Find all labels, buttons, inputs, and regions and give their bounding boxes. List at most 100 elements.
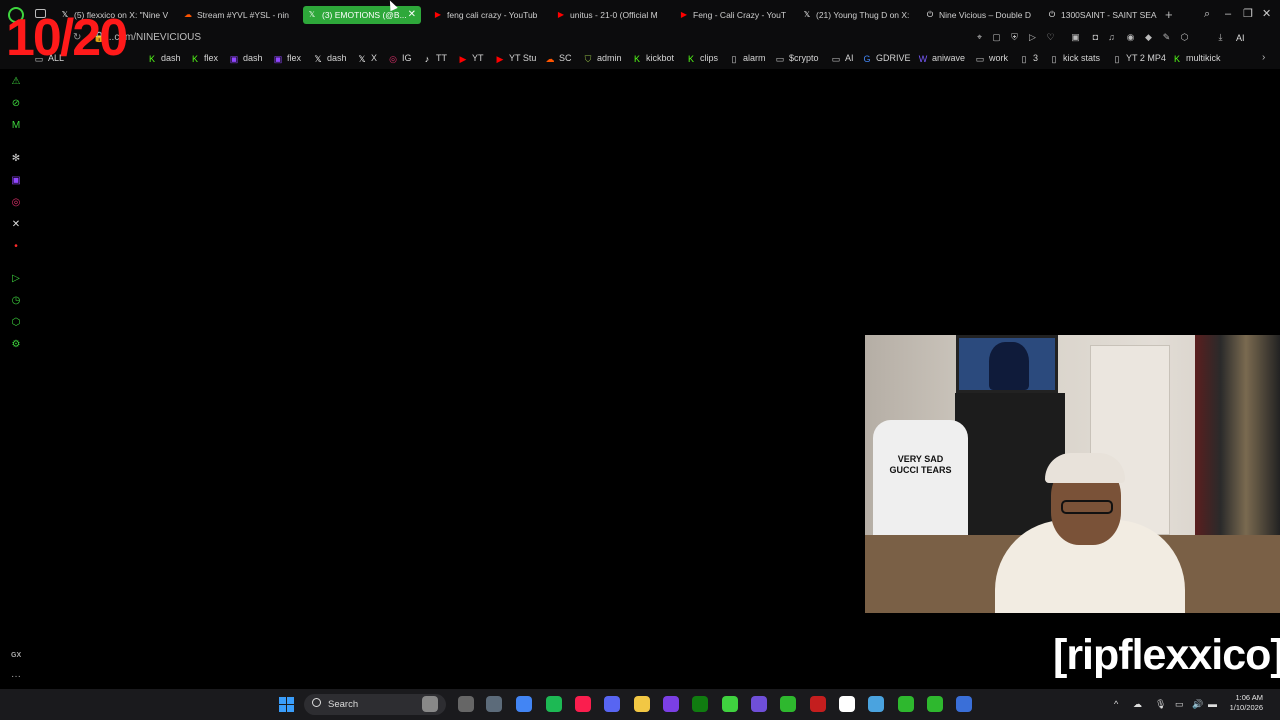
- tab-close-icon[interactable]: ✕: [408, 6, 416, 24]
- battery-icon[interactable]: ▬: [1208, 698, 1217, 710]
- vpn-icon[interactable]: ◉: [1125, 32, 1136, 43]
- bookmark-13[interactable]: Kkickbot: [632, 52, 674, 65]
- bookmark-2[interactable]: Kflex: [190, 52, 218, 65]
- bookmark-16[interactable]: ▭ $crypto: [775, 52, 819, 65]
- youtube-icon[interactable]: •: [10, 241, 22, 253]
- maximize-icon[interactable]: ❐: [1243, 7, 1253, 21]
- bookmark-20[interactable]: ▭ work: [975, 52, 1008, 65]
- bookmark-19[interactable]: Waniwave: [918, 52, 965, 65]
- bookmark-label: TT: [436, 53, 447, 63]
- bookmark-18[interactable]: G GDRIVE: [862, 52, 910, 65]
- aniwave-icon: W: [918, 54, 928, 64]
- x-icon: 𝕏: [358, 54, 366, 64]
- purple-app-icon[interactable]: [663, 696, 679, 712]
- pin-icon[interactable]: ⌖: [974, 32, 985, 43]
- discord-icon[interactable]: [604, 696, 620, 712]
- ai-button[interactable]: AI: [1236, 31, 1245, 45]
- instagram-icon[interactable]: ◎: [10, 197, 22, 209]
- tab-6[interactable]: 𝕏 (21) Young Thug D on X:: [802, 6, 912, 24]
- gx-corner-label[interactable]: GX: [11, 652, 21, 659]
- steam-icon[interactable]: [486, 696, 502, 712]
- tab-8[interactable]: ⏻ 1300SAINT - SAINT SEA: [1047, 6, 1157, 24]
- gx-cleaner-icon[interactable]: ⊘: [10, 98, 22, 110]
- chatgpt-icon[interactable]: ✻: [10, 153, 22, 165]
- bookmark-6[interactable]: 𝕏X: [357, 52, 377, 65]
- bookmark-24[interactable]: Kmultikick: [1172, 52, 1221, 65]
- bookmark-1[interactable]: Kdash: [147, 52, 181, 65]
- green-app-icon-4[interactable]: [927, 696, 943, 712]
- red-app-icon[interactable]: [810, 696, 826, 712]
- heart-icon[interactable]: ♡: [1045, 32, 1056, 43]
- close-window-icon[interactable]: ✕: [1262, 7, 1271, 21]
- player-icon[interactable]: ▷: [10, 273, 22, 285]
- gmail-icon[interactable]: M: [10, 120, 22, 132]
- file-explorer-icon[interactable]: [422, 696, 438, 712]
- new-tab-plus-icon[interactable]: +: [1165, 6, 1173, 24]
- bookmark-7[interactable]: ◎ IG: [388, 52, 411, 65]
- badge-icon[interactable]: ◘: [1090, 32, 1101, 43]
- volume-icon[interactable]: 🔊: [1192, 698, 1203, 710]
- search-icon[interactable]: ⌕: [1204, 7, 1210, 21]
- bookmark-label: kickbot: [646, 53, 675, 63]
- bookmark-22[interactable]: ▯ kick stats: [1049, 52, 1101, 65]
- notes-icon[interactable]: [458, 696, 474, 712]
- tab-5[interactable]: ▶ Feng - Cali Crazy - YouT: [679, 6, 789, 24]
- bookmarks-more-chevron-icon[interactable]: ›: [1262, 52, 1265, 63]
- bookmark-21[interactable]: ▯ 3: [1019, 52, 1039, 65]
- snapshot-icon[interactable]: ▢: [991, 32, 1002, 43]
- play-icon[interactable]: ▷: [1027, 32, 1038, 43]
- chrome-icon[interactable]: [516, 696, 532, 712]
- history-icon[interactable]: ◷: [10, 295, 22, 307]
- opera-gx-icon[interactable]: [575, 696, 591, 712]
- calculator-icon[interactable]: [956, 696, 972, 712]
- bookmark-15[interactable]: ▯ alarm: [729, 52, 766, 65]
- microphone-icon[interactable]: 🎙: [1155, 698, 1166, 710]
- windows-start-icon[interactable]: [279, 697, 294, 712]
- settings-gear-icon[interactable]: ⚙: [10, 339, 22, 351]
- green-app-icon-3[interactable]: [898, 696, 914, 712]
- music-icon[interactable]: ♫: [1106, 32, 1117, 43]
- tab-1[interactable]: ☁ Stream #YVL #YSL - nin: [183, 6, 289, 24]
- capcut-icon[interactable]: [839, 696, 855, 712]
- tab-4[interactable]: ▶ unitus - 21-0 (Official M: [556, 6, 668, 24]
- bookmark-8[interactable]: ♪ TT: [422, 52, 447, 65]
- bookmark-12[interactable]: ⛉ admin: [583, 52, 622, 65]
- sidebar-more-icon[interactable]: ···: [11, 671, 21, 682]
- minimize-icon[interactable]: –: [1225, 7, 1231, 21]
- puzzle-icon[interactable]: ⬡: [1179, 32, 1190, 43]
- tray-overflow-chevron-icon[interactable]: ^: [1114, 698, 1118, 710]
- notepad-icon[interactable]: [868, 696, 884, 712]
- gx-control-icon[interactable]: ⚠: [10, 76, 22, 88]
- tab-3[interactable]: ▶ feng cali crazy - YouTub: [433, 6, 545, 24]
- wallet-icon[interactable]: ◆: [1143, 32, 1154, 43]
- tab-7[interactable]: ⏻ Nine Vicious – Double D: [925, 6, 1033, 24]
- bookmark-11[interactable]: ☁ SC: [545, 52, 572, 65]
- onedrive-icon[interactable]: ☁: [1133, 698, 1142, 710]
- game-controller-icon[interactable]: [751, 696, 767, 712]
- bookmark-23[interactable]: ▯ YT 2 MP4: [1112, 52, 1166, 65]
- camera-icon[interactable]: ▣: [1070, 32, 1081, 43]
- green-app-icon[interactable]: [722, 696, 738, 712]
- paint-icon[interactable]: ✎: [1161, 32, 1172, 43]
- bookmark-9[interactable]: ▶ YT: [458, 52, 484, 65]
- sidebar: ⚠ ⊘ M ✻ ▣ ◎ ✕ • ▷ ◷ ⬡ ⚙: [0, 69, 32, 689]
- spotify-icon[interactable]: [546, 696, 562, 712]
- bookmark-10[interactable]: ▶ YT Stu: [495, 52, 537, 65]
- xbox-icon[interactable]: [692, 696, 708, 712]
- network-icon[interactable]: ▭: [1175, 698, 1184, 710]
- downloads-icon[interactable]: ⤓: [1215, 32, 1226, 43]
- shield-icon[interactable]: ⛨: [1009, 32, 1020, 43]
- tab-2[interactable]: 𝕏 (3) EMOTIONS (@B... ✕: [303, 6, 421, 24]
- bookmark-5[interactable]: 𝕏dash: [313, 52, 346, 65]
- green-app-icon-2[interactable]: [780, 696, 796, 712]
- system-clock[interactable]: 1:06 AM 1/10/2026: [1223, 693, 1263, 713]
- bookmark-4[interactable]: ▣ flex: [273, 52, 301, 65]
- twitch-icon[interactable]: ▣: [10, 175, 22, 187]
- bookmark-3[interactable]: ▣ dash: [229, 52, 263, 65]
- x-icon[interactable]: ✕: [10, 219, 22, 231]
- folder-icon[interactable]: [634, 696, 650, 712]
- bookmark-label: kick stats: [1063, 53, 1101, 63]
- extensions-icon[interactable]: ⬡: [10, 317, 22, 329]
- bookmark-17[interactable]: ▭ AI: [831, 52, 854, 65]
- bookmark-14[interactable]: Kclips: [686, 52, 718, 65]
